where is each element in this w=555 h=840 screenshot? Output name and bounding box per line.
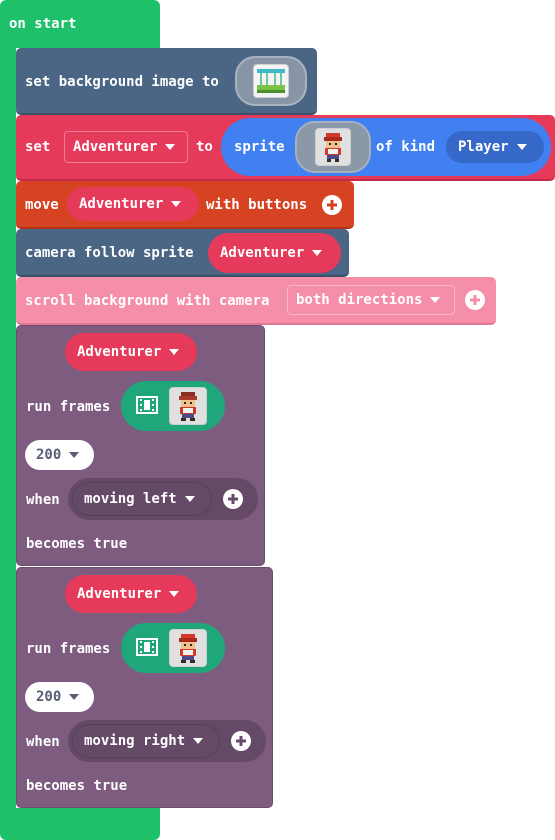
- set-background-image-block[interactable]: set background image to: [16, 48, 317, 115]
- of-kind-label: of kind: [376, 139, 436, 155]
- animation-block-right[interactable]: Adventurer run frames 200 when moving ri…: [16, 567, 273, 808]
- interval-label: 200: [36, 687, 80, 707]
- animation-block-left[interactable]: Adventurer run frames 200 when moving le…: [16, 325, 265, 566]
- sprite-label: sprite: [234, 139, 285, 155]
- sprite-image-picker[interactable]: [295, 121, 371, 173]
- kind-dropdown-player[interactable]: Player: [446, 131, 544, 163]
- variable-dropdown-label: Adventurer: [77, 342, 180, 362]
- interval-field[interactable]: 200: [25, 682, 94, 712]
- when-label: when: [26, 734, 60, 750]
- landscape-thumbnail-icon: [253, 64, 289, 98]
- interval-field[interactable]: 200: [25, 440, 94, 470]
- variable-dropdown-adventurer[interactable]: Adventurer: [65, 575, 197, 613]
- expand-plus-icon[interactable]: [231, 731, 251, 751]
- to-label: to: [196, 139, 213, 155]
- direction-dropdown-label: both directions: [296, 290, 441, 310]
- frames-reporter[interactable]: [121, 623, 225, 673]
- set-label: set: [25, 139, 51, 155]
- variable-dropdown-adventurer[interactable]: Adventurer: [67, 187, 199, 221]
- condition-dropdown-label: moving left: [84, 489, 195, 509]
- condition-dropdown-label: moving right: [84, 731, 204, 751]
- variable-dropdown-adventurer[interactable]: Adventurer: [65, 333, 197, 371]
- move-label: move: [25, 197, 59, 213]
- run-frames-label: run frames: [26, 399, 111, 415]
- variable-dropdown-label: Adventurer: [79, 194, 182, 214]
- direction-dropdown[interactable]: both directions: [287, 285, 455, 315]
- adventurer-sprite-icon: [315, 128, 351, 166]
- on-start-hat-bottom: [0, 808, 160, 840]
- becomes-true-label: becomes true: [26, 536, 128, 552]
- film-strip-icon: [136, 396, 158, 418]
- chevron-down-icon: [184, 496, 195, 502]
- condition-reporter[interactable]: moving right: [68, 720, 266, 762]
- film-strip-icon: [136, 638, 158, 660]
- set-sprite-block[interactable]: set Adventurer to sprite of kind Player: [16, 115, 555, 181]
- variable-dropdown-adventurer[interactable]: Adventurer: [64, 131, 188, 163]
- chevron-down-icon: [312, 250, 323, 256]
- condition-reporter[interactable]: moving left: [68, 478, 258, 520]
- becomes-true-label: becomes true: [26, 778, 128, 794]
- camera-follow-label: camera follow sprite: [25, 245, 194, 261]
- chevron-down-icon: [516, 144, 527, 150]
- on-start-label: on start: [9, 16, 77, 32]
- background-image-picker[interactable]: [235, 56, 307, 106]
- chevron-down-icon: [169, 591, 180, 597]
- expand-plus-icon[interactable]: [223, 489, 243, 509]
- variable-dropdown-label: Adventurer: [220, 243, 323, 263]
- scroll-background-label: scroll background with camera: [25, 293, 270, 309]
- condition-dropdown[interactable]: moving left: [72, 482, 212, 516]
- chevron-down-icon: [171, 201, 182, 207]
- frames-reporter[interactable]: [121, 381, 225, 431]
- on-start-stack-spine: [0, 48, 16, 810]
- interval-label: 200: [36, 445, 80, 465]
- chevron-down-icon: [169, 349, 180, 355]
- chevron-down-icon: [165, 144, 176, 150]
- adventurer-frame-icon[interactable]: [169, 629, 207, 667]
- camera-follow-sprite-block[interactable]: camera follow sprite Adventurer: [16, 229, 349, 277]
- variable-dropdown-label: Adventurer: [77, 584, 180, 604]
- when-label: when: [26, 492, 60, 508]
- set-background-label: set background image to: [25, 74, 219, 90]
- chevron-down-icon: [430, 297, 441, 303]
- with-buttons-label: with buttons: [206, 197, 308, 213]
- chevron-down-icon: [69, 452, 80, 458]
- chevron-down-icon: [193, 738, 204, 744]
- chevron-down-icon: [69, 694, 80, 700]
- run-frames-label: run frames: [26, 641, 111, 657]
- kind-dropdown-label: Player: [458, 137, 527, 157]
- move-with-buttons-block[interactable]: move Adventurer with buttons: [16, 181, 354, 229]
- scroll-background-block[interactable]: scroll background with camera both direc…: [16, 277, 496, 325]
- variable-dropdown-adventurer[interactable]: Adventurer: [208, 233, 341, 273]
- adventurer-frame-icon[interactable]: [169, 387, 207, 425]
- condition-dropdown[interactable]: moving right: [72, 724, 220, 758]
- variable-dropdown-label: Adventurer: [73, 137, 176, 157]
- sprite-reporter[interactable]: sprite of kind Player: [221, 118, 551, 176]
- on-start-hat-block[interactable]: on start: [0, 0, 160, 48]
- expand-plus-icon[interactable]: [465, 290, 485, 310]
- expand-plus-icon[interactable]: [322, 195, 342, 215]
